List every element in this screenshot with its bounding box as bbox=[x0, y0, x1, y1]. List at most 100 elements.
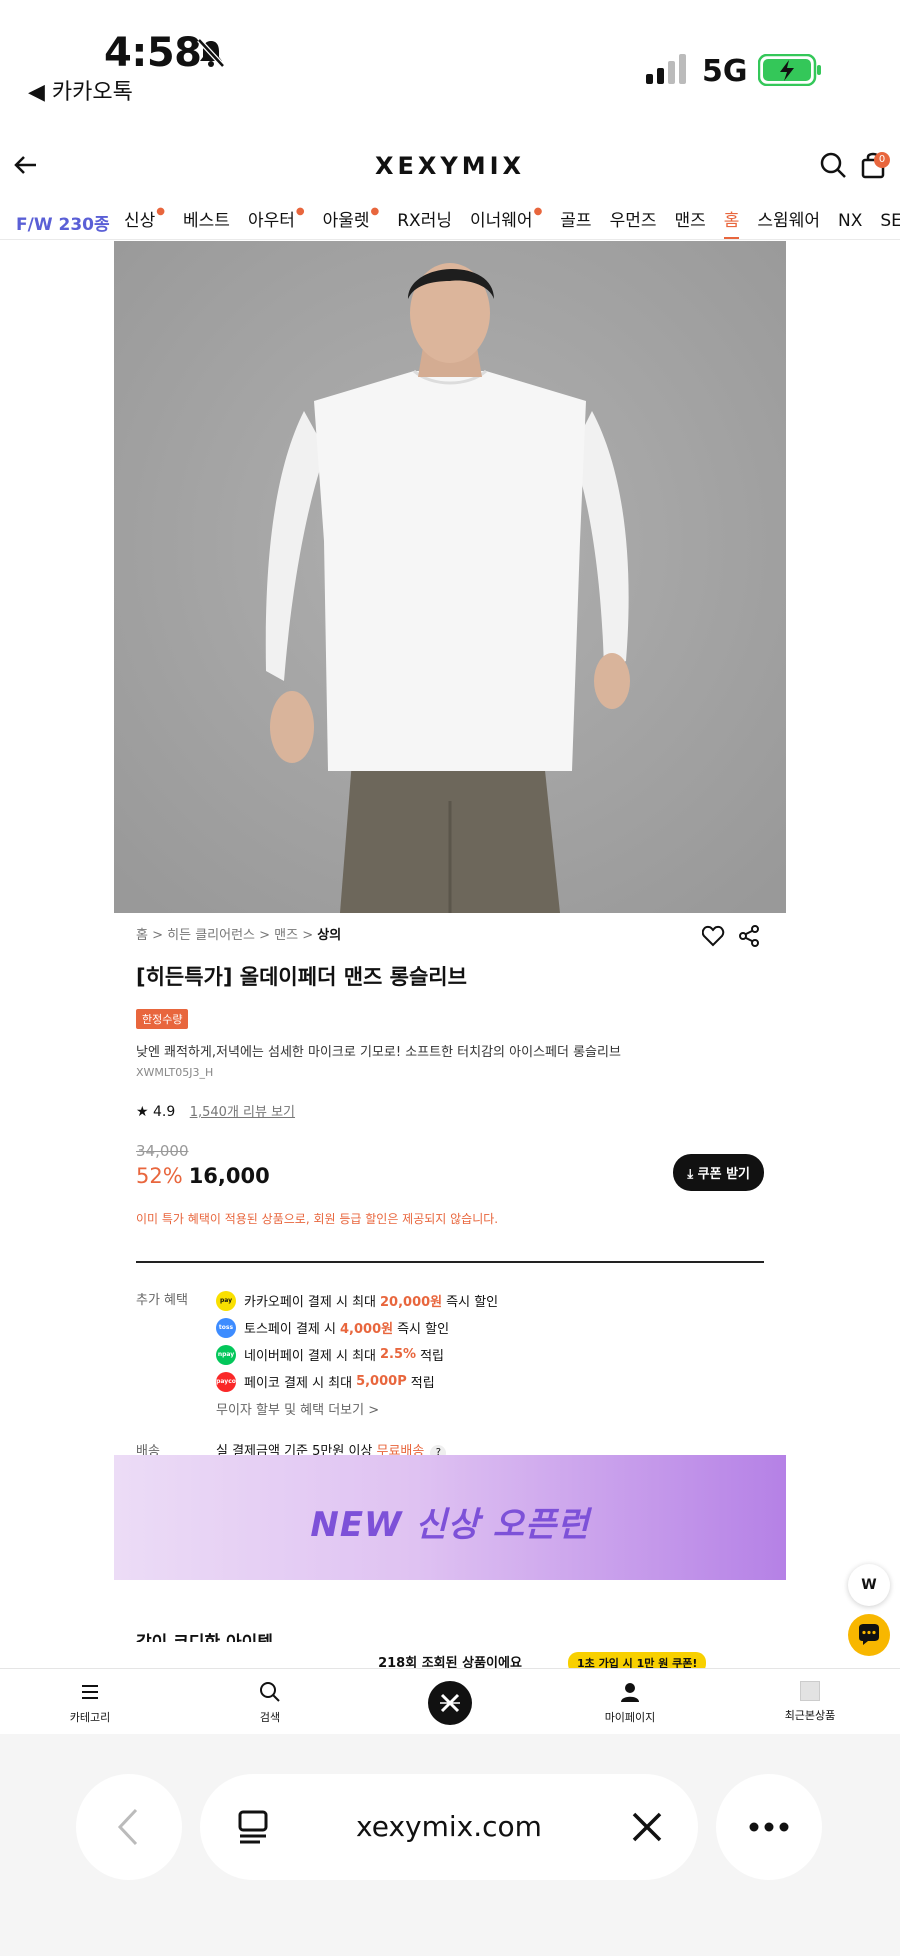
limited-badge: 한정수량 bbox=[136, 1009, 189, 1029]
price-row: 52% 16,000 ⤓ 쿠폰 받기 bbox=[136, 1154, 764, 1198]
url-bar[interactable]: xexymix.com bbox=[200, 1774, 698, 1880]
coupon-button[interactable]: ⤓ 쿠폰 받기 bbox=[673, 1154, 764, 1191]
chevron-left-icon bbox=[117, 1808, 138, 1846]
nav-item[interactable]: 신상● bbox=[124, 206, 165, 237]
category-nav: F/W 230종 신상● 베스트 아우터● 아울렛● RX러닝 이너웨어● 골프 우먼즈 맨즈 홈… bbox=[0, 198, 900, 240]
nav-item[interactable]: 아울렛● bbox=[323, 206, 380, 237]
nav-item[interactable]: 베스트 bbox=[183, 206, 230, 237]
benefit-amount: 5,000P bbox=[356, 1374, 407, 1389]
back-to-app-link[interactable]: ◀ 카카오톡 bbox=[28, 74, 133, 106]
benefit-tosspay: toss 토스페이 결제 시 4,000원 즉시 할인 bbox=[216, 1314, 764, 1341]
benefit-payco: payco 페이코 결제 시 최대 5,000P 적립 bbox=[216, 1368, 764, 1395]
tab-label: 카테고리 bbox=[69, 1711, 111, 1724]
nav-item[interactable]: 스윔웨어 bbox=[757, 206, 820, 237]
status-bar: 4:58 ◀ 카카오톡 5G bbox=[0, 0, 900, 110]
nav-item[interactable]: 골프 bbox=[560, 206, 591, 237]
nav-item[interactable]: 이너웨어● bbox=[470, 206, 542, 237]
reviews-link[interactable]: 1,540개 리뷰 보기 bbox=[190, 1105, 295, 1120]
sale-price: 16,000 bbox=[188, 1164, 270, 1188]
nav-item[interactable]: NX bbox=[838, 211, 862, 237]
chat-icon bbox=[859, 1624, 879, 1645]
benefit-text: 적립 bbox=[420, 1349, 444, 1364]
nav-item[interactable]: RX러닝 bbox=[397, 206, 452, 237]
tab-category[interactable]: 카테고리 bbox=[30, 1681, 150, 1725]
banner-text: NEW 신상 오픈런 bbox=[310, 1505, 590, 1545]
product-image[interactable] bbox=[114, 241, 786, 913]
coordi-section-title: 같이 코디한 아이템 bbox=[136, 1628, 273, 1642]
close-icon[interactable] bbox=[630, 1810, 664, 1844]
url-text: xexymix.com bbox=[356, 1810, 542, 1843]
product-sku: XWMLT05J3_H bbox=[136, 1066, 214, 1079]
star-icon: ★ bbox=[136, 1104, 149, 1120]
search-icon[interactable] bbox=[818, 150, 848, 180]
cart-count-badge: 0 bbox=[874, 152, 890, 168]
benefit-text: 네이버페이 결제 시 최대 bbox=[244, 1349, 376, 1364]
product-title: [히든특가] 올데이페더 맨즈 롱슬리브 bbox=[136, 965, 467, 989]
product-info: 홈 > 히든 클리어런스 > 맨즈 > 상의 [히든특가] 올데이페더 맨즈 롱… bbox=[136, 924, 764, 1461]
benefit-amount: 4,000원 bbox=[340, 1322, 394, 1337]
tab-label: 최근본상품 bbox=[784, 1709, 836, 1722]
new-arrivals-banner[interactable]: NEW 신상 오픈런 bbox=[114, 1455, 786, 1580]
benefit-text: 페이코 결제 시 최대 bbox=[244, 1376, 353, 1391]
browser-back-button[interactable] bbox=[76, 1774, 182, 1880]
breadcrumb-current[interactable]: 상의 bbox=[317, 928, 341, 943]
benefit-text: 토스페이 결제 시 bbox=[244, 1322, 336, 1337]
benefit-amount: 2.5% bbox=[380, 1347, 417, 1362]
tab-recent[interactable]: 최근본상품 bbox=[750, 1681, 870, 1723]
naverpay-icon: npay bbox=[216, 1344, 236, 1365]
tab-label: 검색 bbox=[259, 1711, 281, 1724]
site-header: XEXYMIX bbox=[0, 138, 900, 198]
discount-notice: 이미 특가 혜택이 적용된 상품으로, 회원 등급 할인은 제공되지 않습니다. bbox=[136, 1212, 499, 1226]
benefits-label: 추가 혜택 bbox=[136, 1293, 188, 1308]
payco-icon: payco bbox=[216, 1371, 236, 1392]
home-logo-button[interactable] bbox=[428, 1681, 472, 1725]
nav-item[interactable]: 아우터● bbox=[248, 206, 305, 237]
more-benefits-link[interactable]: 무이자 할부 및 혜택 더보기 > bbox=[216, 1399, 764, 1418]
battery-charging-icon bbox=[758, 54, 821, 86]
discount-percent: 52% bbox=[136, 1164, 183, 1188]
nav-item[interactable]: 우먼즈 bbox=[610, 206, 657, 237]
tab-mypage[interactable]: 마이페이지 bbox=[570, 1681, 690, 1725]
benefit-text: 카카오페이 결제 시 최대 bbox=[244, 1295, 376, 1310]
category-nav-items: 신상● 베스트 아우터● 아울렛● RX러닝 이너웨어● 골프 우먼즈 맨즈 홈 스윔웨어 NX SET… bbox=[124, 206, 900, 239]
signal-icon bbox=[646, 54, 686, 84]
more-dots-icon bbox=[749, 1822, 789, 1832]
tosspay-icon: toss bbox=[216, 1317, 236, 1338]
nav-item-active[interactable]: 홈 bbox=[723, 206, 740, 239]
wishlist-float-button[interactable]: W bbox=[848, 1564, 890, 1606]
divider bbox=[136, 1261, 764, 1263]
heart-share-icons[interactable] bbox=[702, 924, 764, 948]
clock: 4:58 bbox=[104, 30, 202, 76]
breadcrumb-item[interactable]: 히든 클리어런스 bbox=[167, 928, 255, 943]
site-logo[interactable]: XEXYMIX bbox=[0, 152, 900, 180]
product-description: 낮엔 쾌적하게,저녁에는 섬세한 마이크로 기모로! 소프트한 터치감의 아이스… bbox=[136, 1045, 621, 1060]
fw-collection-link[interactable]: F/W 230종 bbox=[16, 210, 110, 235]
browser-more-button[interactable] bbox=[716, 1774, 822, 1880]
browser-toolbar: xexymix.com bbox=[0, 1734, 900, 1956]
search-icon bbox=[260, 1682, 280, 1702]
benefit-amount: 20,000원 bbox=[380, 1295, 443, 1310]
rating-value: 4.9 bbox=[153, 1104, 176, 1120]
breadcrumb: 홈 > 히든 클리어런스 > 맨즈 > 상의 bbox=[136, 928, 342, 943]
breadcrumb-item[interactable]: 맨즈 bbox=[274, 928, 298, 943]
share-icon bbox=[739, 925, 759, 947]
tab-label: 마이페이지 bbox=[604, 1711, 656, 1724]
nav-item[interactable]: 맨즈 bbox=[675, 206, 706, 237]
network-label: 5G bbox=[702, 54, 748, 89]
kakaopay-icon: pay bbox=[216, 1290, 236, 1311]
benefit-text: 즉시 할인 bbox=[397, 1322, 450, 1337]
coupon-button-label: 쿠폰 받기 bbox=[697, 1167, 750, 1182]
benefit-naverpay: npay 네이버페이 결제 시 최대 2.5% 적립 bbox=[216, 1341, 764, 1368]
user-icon bbox=[621, 1683, 639, 1702]
benefit-text: 즉시 할인 bbox=[446, 1295, 499, 1310]
menu-icon bbox=[82, 1685, 98, 1699]
original-price: 34,000 bbox=[136, 1142, 189, 1160]
nav-item[interactable]: SET bbox=[880, 211, 900, 237]
breadcrumb-item[interactable]: 홈 bbox=[136, 928, 148, 943]
download-icon: ⤓ bbox=[687, 1167, 698, 1182]
benefit-text: 적립 bbox=[410, 1376, 435, 1391]
benefit-kakaopay: pay 카카오페이 결제 시 최대 20,000원 즉시 할인 bbox=[216, 1287, 764, 1314]
rating: ★ 4.9 1,540개 리뷰 보기 bbox=[136, 1101, 764, 1120]
tab-search[interactable]: 검색 bbox=[210, 1681, 330, 1725]
chat-float-button[interactable] bbox=[848, 1614, 890, 1656]
